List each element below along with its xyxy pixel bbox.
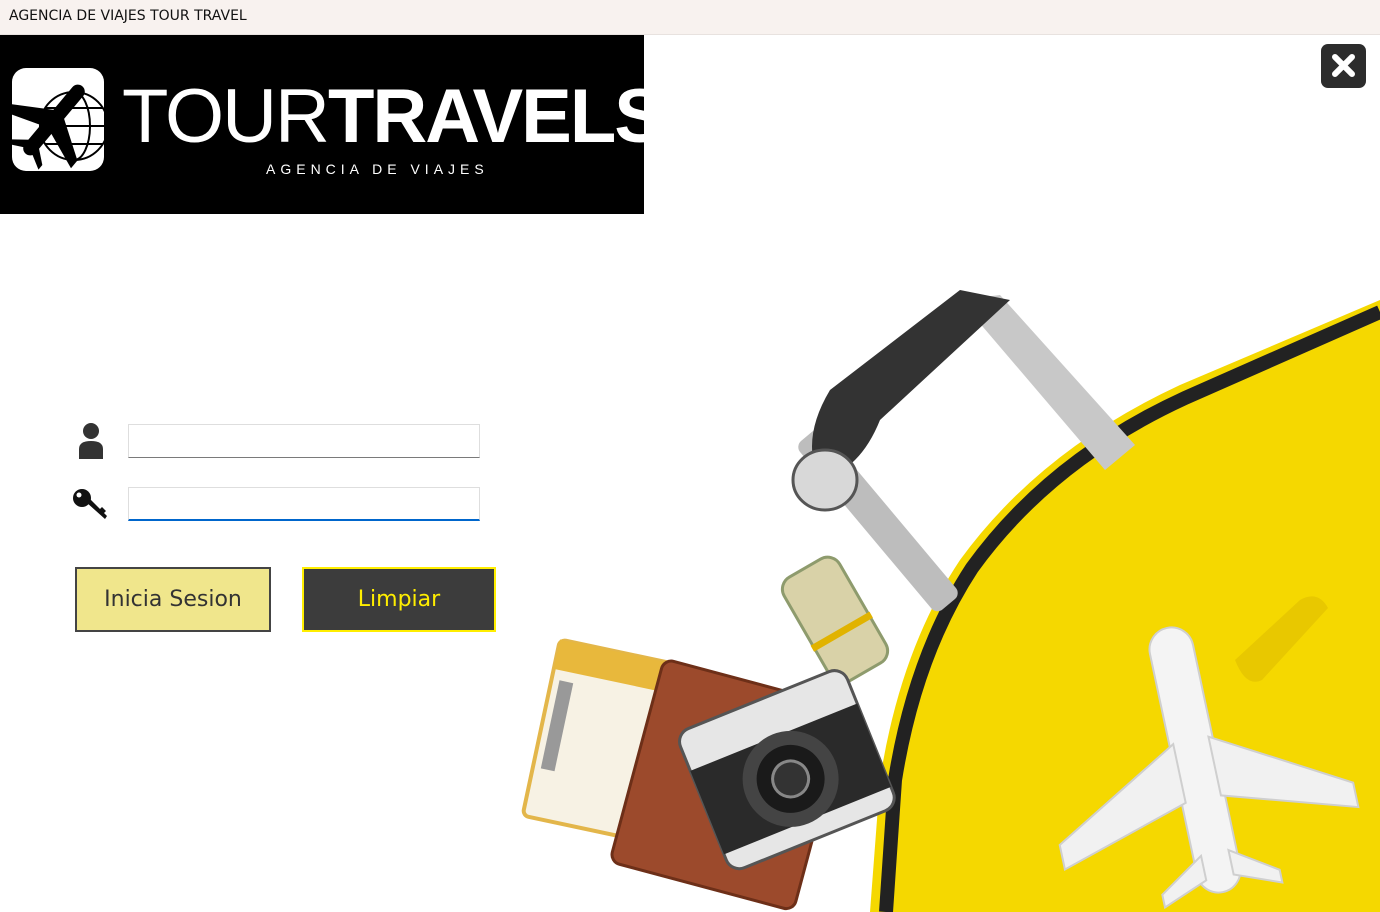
close-icon (1332, 54, 1355, 77)
plane-globe-icon (12, 68, 104, 171)
window-title: AGENCIA DE VIAJES TOUR TRAVEL (9, 8, 247, 24)
window-titlebar: AGENCIA DE VIAJES TOUR TRAVEL (0, 0, 1380, 35)
key-icon (73, 489, 107, 519)
brand-name: TOURTRAVELS (122, 74, 665, 159)
close-button[interactable] (1321, 44, 1366, 88)
brand-logo: TOURTRAVELS AGENCIA DE VIAJES (0, 35, 665, 214)
username-input[interactable] (128, 424, 480, 458)
clear-button[interactable]: Limpiar (302, 567, 496, 632)
cash-roll (780, 555, 890, 685)
travel-illustration (521, 290, 1380, 912)
login-button[interactable]: Inicia Sesion (75, 567, 271, 632)
password-input[interactable] (128, 487, 480, 521)
user-icon (79, 423, 103, 459)
brand-tagline: AGENCIA DE VIAJES (266, 161, 489, 177)
